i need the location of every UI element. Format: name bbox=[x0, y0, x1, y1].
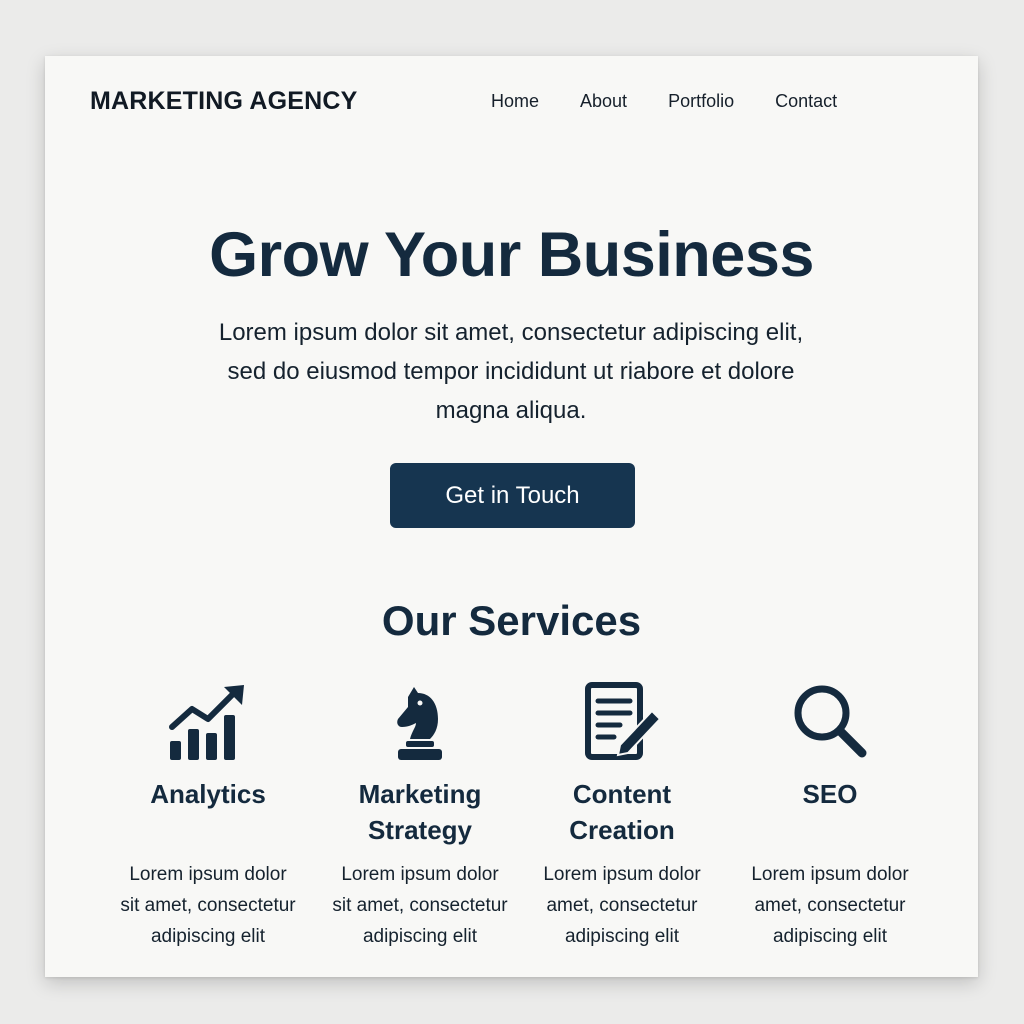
service-card-marketing-strategy: Marketing Strategy Lorem ipsum dolor sit… bbox=[320, 681, 520, 947]
service-description-line: Lorem ipsum dolor bbox=[543, 864, 701, 885]
service-description: Lorem ipsum dolor sit amet, consectetur … bbox=[320, 859, 520, 952]
nav-portfolio[interactable]: Portfolio bbox=[668, 91, 734, 112]
hero-description-line: sed do eiusmod tempor incididunt ut riab… bbox=[227, 358, 795, 385]
service-description: Lorem ipsum dolor sit amet, consectetur … bbox=[108, 859, 308, 952]
service-description-line: amet, consectetur bbox=[546, 895, 698, 916]
service-card-content-creation: Content Creation Lorem ipsum dolor amet,… bbox=[522, 681, 722, 947]
service-description: Lorem ipsum dolor amet, consectetur adip… bbox=[730, 859, 930, 952]
nav-about[interactable]: About bbox=[580, 91, 627, 112]
service-description-line: adipiscing elit bbox=[362, 926, 478, 947]
service-card-seo: SEO Lorem ipsum dolor amet, consectetur … bbox=[730, 681, 930, 947]
page-card: MARKETING AGENCY Home About Portfolio Co… bbox=[45, 56, 978, 977]
service-name: Marketing Strategy bbox=[320, 776, 520, 848]
services-title: Our Services bbox=[381, 597, 642, 644]
service-description-line: Lorem ipsum dolor bbox=[341, 864, 499, 885]
service-name-line: SEO bbox=[802, 779, 858, 809]
service-name-line: Analytics bbox=[150, 779, 266, 809]
service-description-line: sit amet, consectetur bbox=[120, 895, 296, 916]
service-name-line: Content bbox=[572, 779, 672, 809]
hero-description: Lorem ipsum dolor sit amet, consectetur … bbox=[171, 313, 851, 430]
chess-knight-icon bbox=[397, 687, 442, 760]
service-description-line: adipiscing elit bbox=[772, 926, 888, 947]
service-name: Content Creation bbox=[522, 776, 722, 848]
service-description-line: Lorem ipsum dolor bbox=[129, 864, 287, 885]
service-description: Lorem ipsum dolor amet, consectetur adip… bbox=[522, 859, 722, 952]
hero-title: Grow Your Business bbox=[209, 220, 814, 290]
service-description-line: adipiscing elit bbox=[564, 926, 680, 947]
service-description-line: Lorem ipsum dolor bbox=[751, 864, 909, 885]
service-description-line: adipiscing elit bbox=[150, 926, 266, 947]
brand-logo[interactable]: MARKETING AGENCY bbox=[90, 87, 358, 116]
main-nav: Home About Portfolio Contact bbox=[491, 91, 837, 112]
hero-description-line: Lorem ipsum dolor sit amet, consectetur … bbox=[218, 319, 804, 346]
search-icon bbox=[794, 685, 867, 758]
service-description-line: sit amet, consectetur bbox=[332, 895, 508, 916]
nav-home[interactable]: Home bbox=[491, 91, 539, 112]
chart-icon bbox=[169, 685, 244, 760]
service-card-analytics: Analytics Lorem ipsum dolor sit amet, co… bbox=[108, 681, 308, 947]
document-edit-icon bbox=[585, 682, 662, 760]
nav-contact[interactable]: Contact bbox=[775, 91, 837, 112]
service-description-line: amet, consectetur bbox=[754, 895, 906, 916]
service-name: Analytics bbox=[108, 776, 308, 812]
service-name-line: Strategy bbox=[367, 815, 473, 845]
service-name-line: Marketing bbox=[358, 779, 482, 809]
get-in-touch-button[interactable]: Get in Touch bbox=[390, 463, 635, 528]
hero-description-line: magna aliqua. bbox=[435, 397, 587, 424]
service-name: SEO bbox=[730, 776, 930, 812]
service-name-line: Creation bbox=[569, 815, 675, 845]
